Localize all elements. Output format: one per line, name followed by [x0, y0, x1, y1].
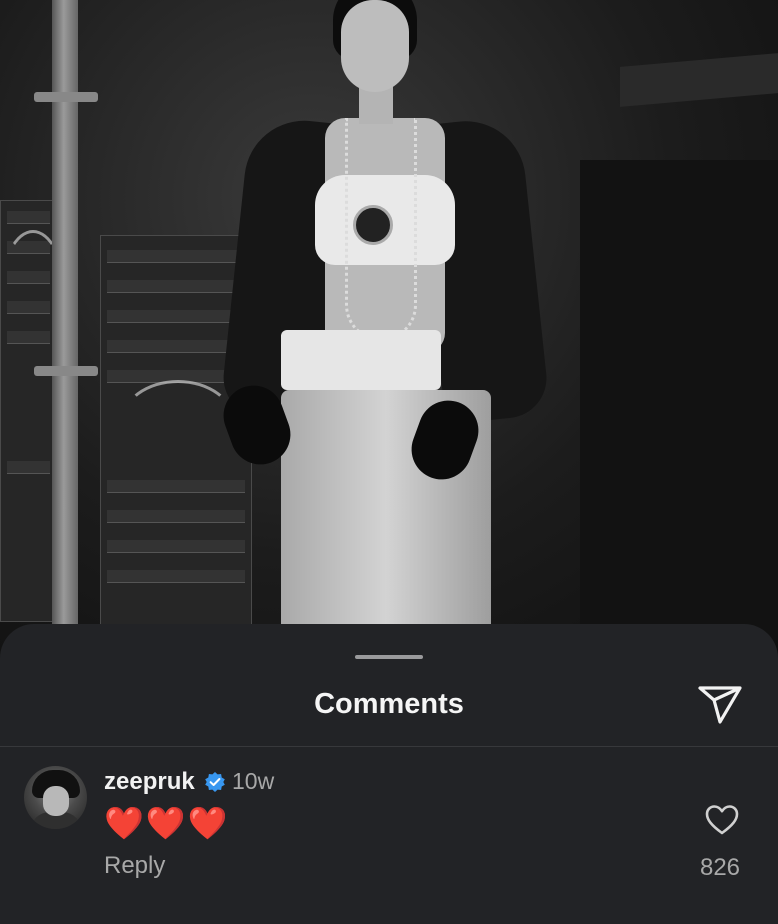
comment-username[interactable]: zeepruk — [104, 768, 195, 796]
background-curtain — [580, 160, 778, 640]
comment-item: zeepruk 10w ❤️❤️❤️ Reply 826 — [0, 764, 778, 884]
reply-button[interactable]: Reply — [104, 852, 165, 880]
comment-timestamp: 10w — [232, 768, 275, 794]
ceiling-structure — [620, 53, 778, 107]
comment-text: ❤️❤️❤️ — [104, 805, 230, 841]
share-send-icon[interactable] — [696, 682, 744, 726]
comments-sheet: Comments zeepruk 10w ❤️❤️❤️ Reply 826 — [0, 624, 778, 924]
post-photo — [0, 0, 778, 660]
sheet-title: Comments — [314, 688, 464, 720]
heart-outline-icon[interactable] — [705, 804, 739, 836]
sheet-divider — [0, 746, 778, 747]
verified-badge-icon — [204, 771, 226, 793]
avatar[interactable] — [24, 766, 87, 829]
like-count: 826 — [699, 854, 741, 881]
pole-clamp — [34, 92, 98, 102]
person-figure — [215, 0, 551, 650]
pole-clamp — [34, 366, 98, 376]
sheet-drag-handle[interactable] — [355, 655, 423, 659]
